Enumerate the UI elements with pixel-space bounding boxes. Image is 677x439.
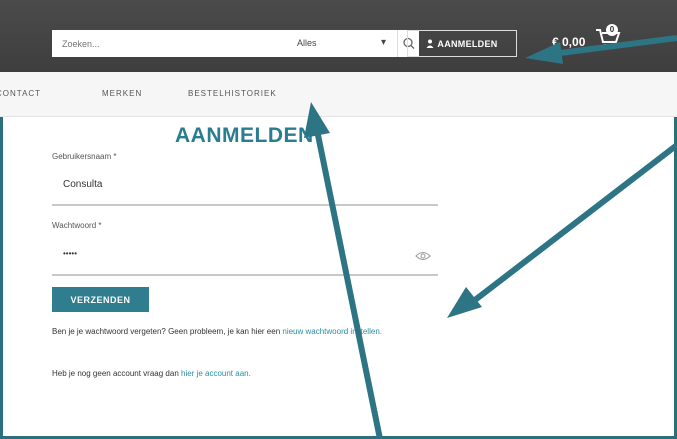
arrowhead-history bbox=[304, 102, 330, 138]
arrow-to-history bbox=[315, 134, 383, 439]
arrow-to-form bbox=[473, 142, 677, 303]
arrow-to-login bbox=[559, 35, 677, 56]
arrowhead-login bbox=[525, 42, 563, 64]
arrowhead-form bbox=[447, 287, 482, 318]
annotation-arrows bbox=[304, 35, 677, 439]
